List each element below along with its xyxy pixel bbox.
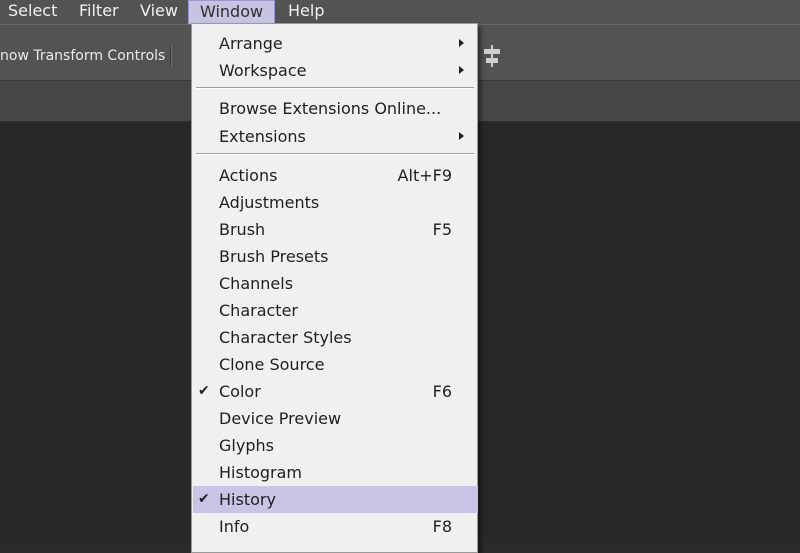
menu-item-shortcut: F5	[432, 220, 452, 239]
submenu-arrow-icon	[459, 39, 464, 47]
menu-item-brush[interactable]: Brush F5	[193, 216, 478, 243]
menu-item-channels[interactable]: Channels	[193, 270, 478, 297]
menu-item-label: Brush Presets	[219, 247, 329, 266]
menu-item-character[interactable]: Character	[193, 297, 478, 324]
menu-bar: Select Filter View Window Help	[0, 0, 800, 24]
distribute-icon[interactable]	[482, 45, 502, 67]
menu-item-label: Workspace	[219, 61, 307, 80]
menu-item-device-preview[interactable]: Device Preview	[193, 405, 478, 432]
menu-item-label: Arrange	[219, 34, 283, 53]
menu-item-history[interactable]: ✔ History	[193, 486, 478, 513]
window-menu-dropdown: Arrange Workspace Browse Extensions Onli…	[191, 23, 478, 553]
checkmark-icon: ✔	[198, 491, 210, 507]
menu-item-label: Actions	[219, 166, 278, 185]
menu-item-color[interactable]: ✔ Color F6	[193, 378, 478, 405]
menu-item-label: Channels	[219, 274, 294, 293]
menu-item-info[interactable]: Info F8	[193, 513, 478, 540]
menu-item-actions[interactable]: Actions Alt+F9	[193, 162, 478, 189]
menu-item-glyphs[interactable]: Glyphs	[193, 432, 478, 459]
menu-item-label: Adjustments	[219, 193, 320, 212]
menu-item-label: Extensions	[219, 127, 306, 146]
menu-item-arrange[interactable]: Arrange	[193, 30, 478, 57]
menu-item-label: History	[219, 490, 276, 509]
menu-item-histogram[interactable]: Histogram	[193, 459, 478, 486]
submenu-arrow-icon	[459, 66, 464, 74]
menu-item-label: Character	[219, 301, 298, 320]
menu-item-browse-extensions-online[interactable]: Browse Extensions Online...	[193, 95, 478, 122]
menu-item-label: Color	[219, 382, 261, 401]
menu-item-clone-source[interactable]: Clone Source	[193, 351, 478, 378]
menu-item-adjustments[interactable]: Adjustments	[193, 189, 478, 216]
menu-item-shortcut: F6	[432, 382, 452, 401]
menu-item-label: Character Styles	[219, 328, 352, 347]
menu-item-shortcut: Alt+F9	[397, 166, 452, 185]
menu-item-label: Histogram	[219, 463, 302, 482]
menu-item-workspace[interactable]: Workspace	[193, 57, 478, 84]
menu-item-brush-presets[interactable]: Brush Presets	[193, 243, 478, 270]
menu-view[interactable]: View	[140, 0, 178, 22]
menu-item-label: Glyphs	[219, 436, 274, 455]
menu-item-extensions[interactable]: Extensions	[193, 123, 478, 150]
menu-filter[interactable]: Filter	[79, 0, 119, 22]
menu-separator	[196, 87, 474, 89]
menu-item-shortcut: F8	[432, 517, 452, 536]
show-transform-controls-label[interactable]: now Transform Controls	[0, 48, 165, 64]
menu-help[interactable]: Help	[288, 0, 324, 22]
menu-item-character-styles[interactable]: Character Styles	[193, 324, 478, 351]
submenu-arrow-icon	[459, 132, 464, 140]
options-divider	[170, 45, 171, 67]
checkmark-icon: ✔	[198, 383, 210, 399]
menu-item-label: Info	[219, 517, 250, 536]
menu-item-label: Device Preview	[219, 409, 342, 428]
menu-item-label: Brush	[219, 220, 266, 239]
menu-window[interactable]: Window	[188, 0, 276, 24]
menu-item-label: Browse Extensions Online...	[219, 99, 442, 118]
menu-select[interactable]: Select	[8, 0, 57, 22]
menu-item-label: Clone Source	[219, 355, 325, 374]
menu-separator	[196, 153, 474, 155]
